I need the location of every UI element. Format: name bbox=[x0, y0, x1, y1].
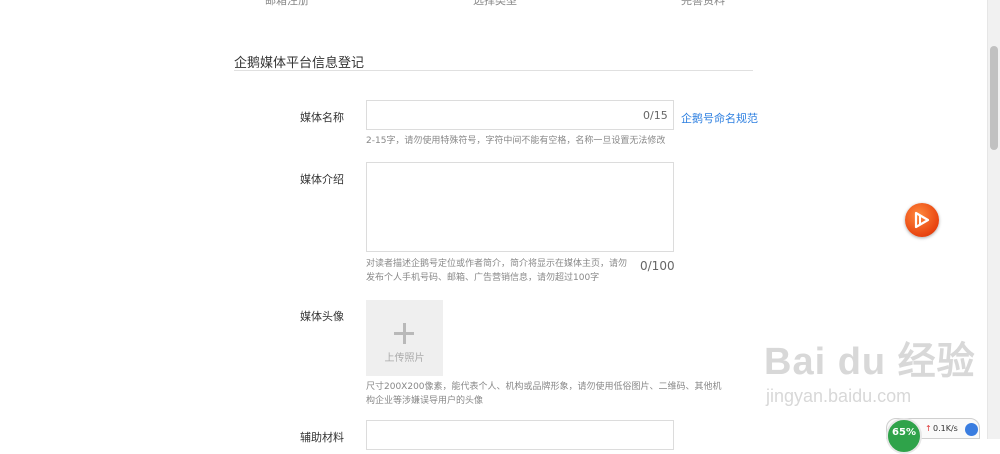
media-intro-hint-2: 发布个人手机号码、邮箱、广告营销信息，请勿超过100字 bbox=[366, 273, 600, 283]
upload-photo-label: 上传照片 bbox=[384, 353, 425, 364]
accelerate-icon bbox=[965, 423, 978, 436]
media-intro-counter: 0/100 bbox=[640, 259, 675, 273]
media-intro-textarea[interactable] bbox=[366, 162, 674, 252]
naming-rules-link[interactable]: 企鹅号命名规范 bbox=[681, 110, 758, 126]
page-scrollbar[interactable] bbox=[987, 0, 1000, 439]
support-material-input[interactable] bbox=[366, 420, 674, 450]
network-speed-widget[interactable]: 65% ↑ 0.1K/s bbox=[886, 418, 980, 454]
play-app-icon[interactable] bbox=[905, 203, 939, 237]
watermark-main-text: Bai du 经验 bbox=[764, 341, 976, 383]
media-intro-hint-1: 对读者描述企鹅号定位或作者简介，简介将显示在媒体主页，请勿 bbox=[366, 259, 628, 269]
media-avatar-label: 媒体头像 bbox=[300, 310, 344, 323]
step-choose-type: 选择类型 bbox=[473, 0, 517, 7]
network-speed-text: 0.1K/s bbox=[933, 424, 958, 433]
media-avatar-hint-1: 尺寸200X200像素，能代表个人、机构或品牌形象，请勿使用低俗图片、二维码、其… bbox=[366, 382, 722, 392]
scrollbar-thumb[interactable] bbox=[990, 46, 998, 150]
media-name-label: 媒体名称 bbox=[300, 111, 344, 124]
watermark-url-text: jingyan.baidu.com bbox=[766, 386, 912, 406]
media-avatar-hint-2: 构企业等涉嫌误导用户的头像 bbox=[366, 396, 484, 406]
play-glyph-icon bbox=[914, 211, 930, 229]
step-complete-profile: 完善资料 bbox=[681, 0, 725, 7]
support-material-label: 辅助材料 bbox=[300, 431, 344, 444]
page-title: 企鹅媒体平台信息登记 bbox=[234, 56, 365, 71]
media-intro-label: 媒体介绍 bbox=[300, 173, 344, 186]
step-email-register: 邮箱注册 bbox=[265, 0, 309, 7]
baidu-jingyan-watermark: Bai du 经验 jingyan.baidu.com bbox=[764, 330, 976, 406]
media-name-hint: 2-15字，请勿使用特殊符号，字符中间不能有空格，名称一旦设置无法修改 bbox=[366, 136, 666, 146]
media-name-input[interactable] bbox=[366, 100, 674, 130]
title-divider bbox=[234, 70, 753, 71]
media-name-counter: 0/15 bbox=[643, 109, 668, 122]
avatar-upload-button[interactable]: 上传照片 bbox=[366, 300, 443, 376]
registration-steps: 邮箱注册 选择类型 完善资料 bbox=[0, 0, 987, 7]
memory-percent-badge: 65% bbox=[886, 418, 922, 454]
arrow-up-icon: ↑ bbox=[925, 424, 932, 433]
